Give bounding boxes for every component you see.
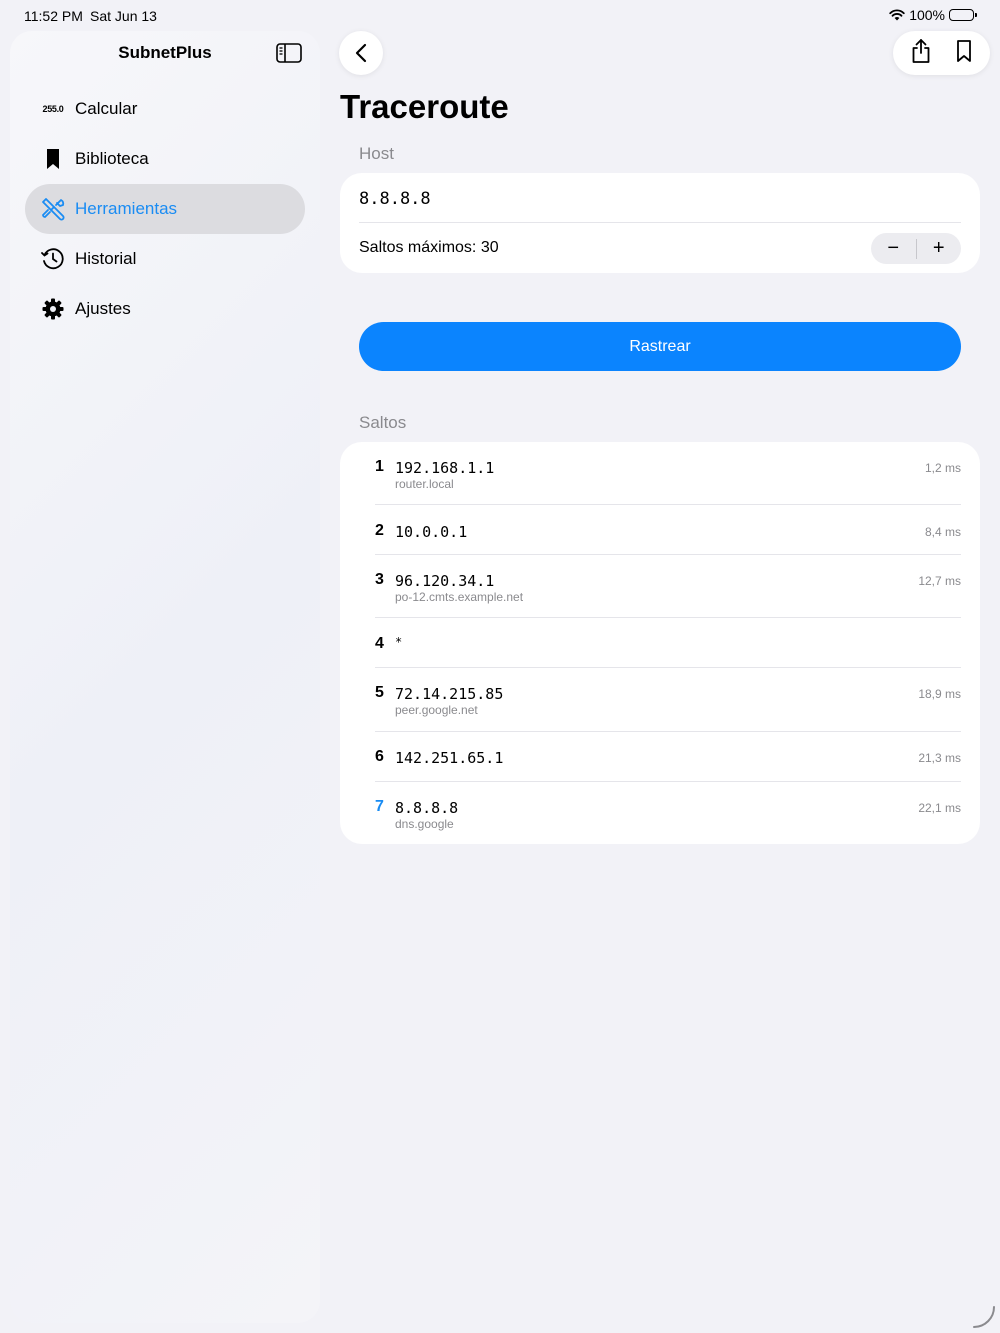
share-button[interactable] — [910, 38, 932, 69]
toolbar-actions — [893, 31, 990, 75]
tools-icon — [40, 196, 66, 222]
sidebar: SubnetPlus 255.0 Calcular Biblioteca Her… — [10, 31, 320, 1323]
hop-ip: 96.120.34.1 — [395, 572, 495, 590]
hop-hostname: peer.google.net — [395, 703, 478, 717]
bookmark-button[interactable] — [955, 39, 973, 68]
bookmark-outline-icon — [956, 39, 971, 62]
hop-ip: 8.8.8.8 — [395, 799, 459, 817]
hop-number: 7 — [375, 798, 384, 815]
status-date: Sat Jun 13 — [90, 8, 157, 24]
back-button[interactable] — [339, 31, 383, 75]
history-icon — [40, 246, 66, 272]
wifi-icon — [889, 9, 905, 21]
sidebar-item-ajustes[interactable]: Ajustes — [25, 284, 305, 334]
divider — [375, 504, 961, 505]
sidebar-item-herramientas[interactable]: Herramientas — [25, 184, 305, 234]
hop-latency: 21,3 ms — [918, 751, 961, 765]
battery-percent: 100% — [909, 7, 945, 23]
hop-latency: 18,9 ms — [918, 687, 961, 701]
sidebar-item-historial[interactable]: Historial — [25, 234, 305, 284]
status-bar: 11:52 PM Sat Jun 13 100% — [0, 0, 1000, 30]
hop-ip: 142.251.65.1 — [395, 749, 504, 767]
divider — [375, 554, 961, 555]
sidebar-item-label: Ajustes — [75, 299, 131, 318]
hop-ip: 72.14.215.85 — [395, 685, 504, 703]
battery-icon — [949, 9, 977, 21]
sidebar-item-label: Biblioteca — [75, 149, 149, 168]
sidebar-toggle-icon[interactable] — [276, 43, 302, 63]
host-card: 8.8.8.8 Saltos máximos: 30 − + — [340, 173, 980, 273]
sidebar-item-label: Historial — [75, 249, 137, 268]
resize-handle-icon — [973, 1306, 995, 1328]
hops-card: 1 192.168.1.1 router.local 1,2 ms 2 10.0… — [340, 442, 980, 844]
calculator-icon: 255.0 — [42, 104, 64, 114]
hops-section-label: Saltos — [359, 413, 407, 432]
hop-latency: 22,1 ms — [918, 801, 961, 815]
hop-number: 6 — [375, 748, 384, 765]
trace-button[interactable]: Rastrear — [359, 322, 961, 371]
status-indicators: 100% — [889, 7, 977, 23]
app-title: SubnetPlus — [118, 43, 212, 62]
hop-ip: * — [395, 635, 403, 649]
page-title: Traceroute — [340, 88, 509, 125]
sidebar-item-biblioteca[interactable]: Biblioteca — [25, 134, 305, 184]
decrement-button[interactable]: − — [871, 233, 916, 264]
divider — [359, 222, 961, 223]
hop-number: 4 — [375, 635, 384, 652]
hop-hostname: dns.google — [395, 817, 454, 831]
host-section-label: Host — [359, 144, 394, 163]
gear-icon — [40, 296, 66, 322]
hop-latency: 1,2 ms — [924, 461, 961, 475]
hop-hostname: router.local — [395, 477, 454, 491]
hop-ip: 192.168.1.1 — [395, 459, 495, 477]
hop-hostname: po-12.cmts.example.net — [395, 590, 524, 604]
sidebar-nav: 255.0 Calcular Biblioteca Herramientas H… — [25, 84, 305, 334]
host-input[interactable]: 8.8.8.8 — [359, 189, 431, 209]
max-hops-label: Saltos máximos: 30 — [359, 239, 499, 256]
hop-number: 5 — [375, 684, 384, 701]
divider — [375, 667, 961, 668]
chevron-left-icon — [355, 43, 367, 63]
sidebar-item-label: Herramientas — [75, 199, 178, 218]
hop-latency: 8,4 ms — [924, 525, 961, 539]
hop-ip: 10.0.0.1 — [395, 523, 468, 541]
divider — [375, 617, 961, 618]
sidebar-item-calcular[interactable]: 255.0 Calcular — [25, 84, 305, 134]
status-time: 11:52 PM — [24, 8, 83, 24]
hop-latency: 12,7 ms — [918, 574, 961, 588]
bookmark-icon — [40, 146, 66, 172]
divider — [375, 731, 961, 732]
increment-button[interactable]: + — [916, 233, 961, 264]
hop-number: 3 — [375, 571, 384, 588]
hop-number: 2 — [375, 522, 384, 539]
max-hops-stepper: − + — [871, 233, 961, 264]
divider — [375, 781, 961, 782]
sidebar-item-label: Calcular — [75, 99, 138, 118]
share-icon — [912, 38, 930, 63]
hop-number: 1 — [375, 458, 384, 475]
